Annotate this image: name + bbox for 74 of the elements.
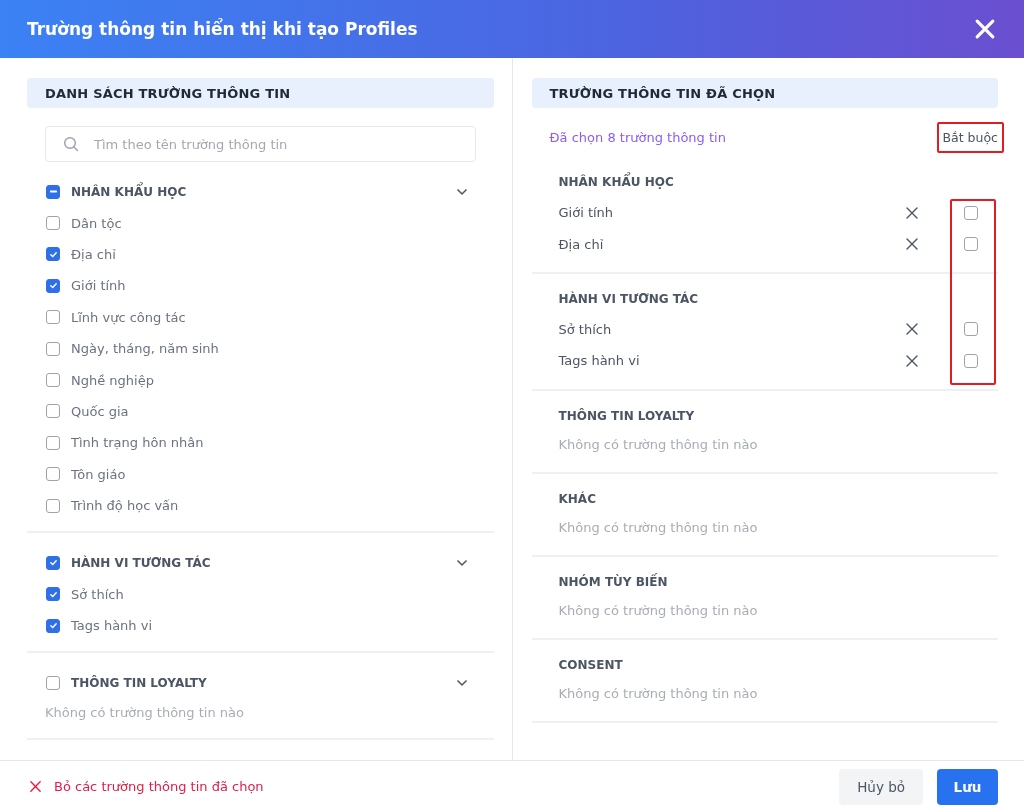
remove-button[interactable] [905, 237, 919, 252]
dialog-title: Trường thông tin hiển thị khi tạo Profiles [27, 19, 418, 39]
field-label: Dân tộc [71, 215, 122, 231]
close-button[interactable] [974, 18, 996, 40]
chevron-down-icon[interactable] [455, 559, 468, 567]
field-checkbox[interactable] [46, 310, 60, 325]
remove-button[interactable] [905, 205, 919, 220]
field-checkbox[interactable] [46, 278, 60, 293]
chevron-down-icon[interactable] [455, 679, 468, 688]
field-checkbox[interactable] [46, 618, 60, 633]
field-checkbox[interactable] [46, 373, 60, 388]
required-checkbox[interactable] [964, 237, 978, 252]
check-icon [48, 281, 58, 291]
empty-message: Không có trường thông tin nào [557, 684, 759, 703]
selected-field-label: Địa chỉ [558, 236, 605, 252]
empty-message: Không có trường thông tin nào [557, 518, 759, 537]
remove-button[interactable] [905, 322, 919, 337]
panel-heading: TRƯỜNG THÔNG TIN ĐÃ CHỌN [531, 78, 998, 108]
selected-field-label: Tags hành vi [558, 353, 641, 369]
close-icon [29, 780, 42, 793]
field-label: Nghề nghiệp [71, 372, 154, 388]
clear-selection-text: Bỏ các trường thông tin đã chọn [54, 779, 264, 794]
field-label: Quốc gia [71, 403, 129, 419]
field-label: Giới tính [71, 278, 126, 294]
group-title: THÔNG TIN LOYALTY [71, 676, 208, 691]
required-checkbox[interactable] [964, 353, 978, 368]
field-checkbox[interactable] [46, 341, 60, 356]
field-checkbox[interactable] [46, 435, 60, 450]
remove-button[interactable] [905, 353, 919, 368]
empty-message: Không có trường thông tin nào [44, 703, 245, 722]
field-label: Sở thích [71, 586, 124, 602]
clear-selection-link[interactable]: Bỏ các trường thông tin đã chọn [29, 779, 840, 794]
group-title: NHÂN KHẨU HỌC [531, 171, 998, 197]
field-label: Tags hành vi [71, 618, 153, 634]
required-checkbox[interactable] [964, 205, 978, 220]
field-label: Địa chỉ [71, 246, 116, 262]
field-checkbox[interactable] [46, 498, 60, 513]
field-checkbox[interactable] [46, 587, 60, 602]
group-checkbox[interactable] [46, 676, 60, 691]
field-label: Trình độ học vấn [71, 498, 179, 514]
selected-field-label: Sở thích [558, 321, 613, 337]
empty-message: Không có trường thông tin nào [557, 435, 759, 454]
group-checkbox[interactable] [46, 556, 60, 570]
group-checkbox[interactable] [46, 184, 60, 199]
group-title: CONSENT [557, 656, 624, 674]
field-checkbox[interactable] [46, 404, 60, 419]
check-icon [48, 558, 58, 568]
field-label: Lĩnh vực công tác [71, 309, 186, 325]
check-icon [48, 621, 58, 631]
search-field[interactable]: Tìm theo tên trường thông tin [45, 126, 476, 162]
field-checkbox[interactable] [46, 247, 60, 262]
selected-field-label: Giới tính [558, 205, 615, 221]
panel-heading: DANH SÁCH TRƯỜNG THÔNG TIN [27, 78, 494, 108]
group-title: KHÁC [557, 490, 597, 508]
empty-message: Không có trường thông tin nào [557, 601, 759, 620]
required-column-label: Bắt buộc [936, 122, 1004, 153]
field-label: Ngày, tháng, năm sinh [71, 341, 219, 357]
chevron-down-icon[interactable] [455, 187, 468, 196]
group-title: NHÂN KHẨU HỌC [71, 184, 188, 199]
group-title: NHÓM TÙY BIẾN [557, 572, 669, 591]
field-checkbox[interactable] [46, 216, 60, 231]
selected-count: Đã chọn 8 trường thông tin [549, 130, 726, 145]
group-title: HÀNH VI TƯƠNG TÁC [71, 556, 212, 570]
field-label: Tình trạng hôn nhân [71, 435, 204, 451]
group-title: HÀNH VI TƯƠNG TÁC [557, 290, 700, 308]
field-label: Tôn giáo [71, 466, 126, 482]
cancel-button[interactable]: Hủy bỏ [839, 768, 923, 805]
field-checkbox[interactable] [46, 467, 60, 482]
group-title: THÔNG TIN LOYALTY [557, 407, 696, 425]
required-checkbox[interactable] [964, 322, 978, 337]
search-icon [63, 136, 79, 152]
check-icon [48, 249, 58, 259]
check-icon [48, 589, 58, 599]
save-button[interactable]: Lưu [937, 768, 998, 805]
